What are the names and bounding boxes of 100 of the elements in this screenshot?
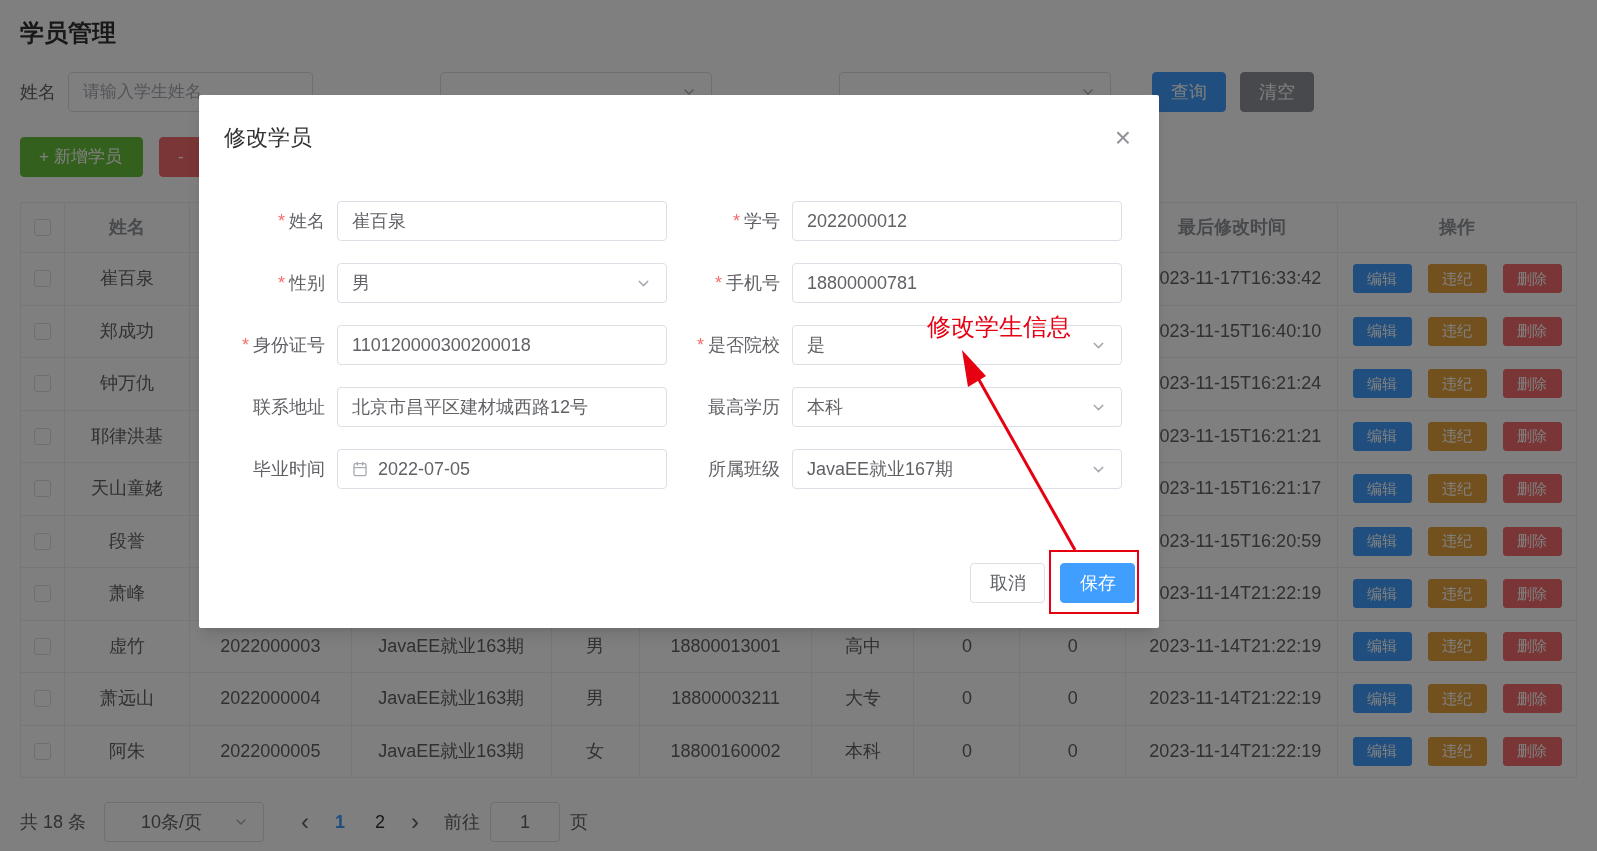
table-cell-text: 天山童姥 (90, 477, 163, 501)
page-number[interactable]: 2 (360, 808, 401, 836)
next-page-button[interactable]: › (400, 810, 431, 834)
table-cell-text: 0 (961, 739, 972, 763)
close-button[interactable]: × (1111, 125, 1135, 150)
required-mark: * (278, 271, 285, 295)
field-label: 最高学历 (708, 395, 780, 419)
page-input[interactable]: 1 (490, 802, 561, 842)
row-action-button[interactable]: 删除 (1502, 369, 1562, 399)
row-action-button[interactable]: 编辑 (1352, 369, 1412, 399)
table-cell-text: 2022000003 (220, 634, 321, 658)
field-label: 学号 (744, 209, 780, 233)
input-field[interactable]: 18800000781 (792, 263, 1122, 303)
row-action-button[interactable]: 违纪 (1427, 631, 1487, 661)
row-action-button[interactable]: 删除 (1502, 579, 1562, 609)
select-field[interactable]: JavaEE就业167期 (792, 449, 1122, 489)
field-label: 毕业时间 (253, 457, 325, 481)
required-mark: * (242, 333, 249, 357)
row-action-button[interactable]: 编辑 (1352, 264, 1412, 294)
input-field[interactable]: 崔百泉 (337, 201, 667, 241)
table-cell-text: 18800013001 (670, 634, 781, 658)
input-field[interactable]: 2022000012 (792, 201, 1122, 241)
date-field[interactable]: 2022-07-05 (337, 449, 667, 489)
table-cell-text: 钟万仇 (99, 372, 154, 396)
row-action-button[interactable]: 删除 (1502, 421, 1562, 451)
table-cell-text: 崔百泉 (99, 267, 154, 291)
row-action-button[interactable]: 编辑 (1352, 736, 1412, 766)
page-size-select[interactable]: 10条/页 (104, 802, 265, 842)
table-cell-text: 023-11-17T16:33:42 (1159, 267, 1322, 291)
row-action-button[interactable]: 删除 (1502, 684, 1562, 714)
table-cell-text: 本科 (844, 739, 881, 763)
row-action-button[interactable]: 编辑 (1352, 684, 1412, 714)
row-action-button[interactable]: 违纪 (1427, 736, 1487, 766)
table-cell-text: 2022000005 (220, 739, 321, 763)
input-field[interactable]: 北京市昌平区建材城西路12号 (337, 387, 667, 427)
row-action-button[interactable]: 编辑 (1352, 316, 1412, 346)
table-cell-text: 阿朱 (108, 739, 145, 763)
row-action-button[interactable]: 编辑 (1352, 579, 1412, 609)
field-label: 姓名 (289, 209, 325, 233)
row-action-button[interactable]: 编辑 (1352, 421, 1412, 451)
field-label: 联系地址 (253, 395, 325, 419)
table-cell-text: JavaEE就业163期 (378, 634, 525, 658)
row-action-button[interactable]: 违纪 (1427, 526, 1487, 556)
select-field[interactable]: 本科 (792, 387, 1122, 427)
required-mark: * (733, 209, 740, 233)
table-cell-text: 023-11-15T16:21:21 (1159, 424, 1322, 448)
row-action-button[interactable]: 违纪 (1427, 474, 1487, 504)
row-action-button[interactable]: 违纪 (1427, 421, 1487, 451)
row-action-button[interactable]: 删除 (1502, 631, 1562, 661)
table-cell-text: 0 (961, 634, 972, 658)
row-action-button[interactable]: 违纪 (1427, 579, 1487, 609)
page-number[interactable]: 1 (320, 808, 361, 836)
table-cell-text: 023-11-14T21:22:19 (1159, 582, 1322, 606)
table-cell-text: JavaEE就业163期 (378, 739, 525, 763)
dialog-button[interactable]: 取消 (970, 563, 1045, 603)
select-field[interactable]: 男 (337, 263, 667, 303)
row-action-button[interactable]: 编辑 (1352, 631, 1412, 661)
row-action-button[interactable]: 删除 (1502, 736, 1562, 766)
dialog-button[interactable]: 保存 (1060, 563, 1135, 603)
row-action-button[interactable]: 删除 (1502, 474, 1562, 504)
filter-label: 姓名 (20, 80, 56, 104)
required-mark: * (715, 271, 722, 295)
dialog-title: 修改学员 (224, 124, 312, 152)
table-cell-text: 大专 (844, 687, 881, 711)
table-cell-text: 023-11-15T16:40:10 (1159, 319, 1322, 343)
table-cell-text: 023-11-15T16:21:24 (1159, 372, 1322, 396)
table-cell-text: 0 (1067, 634, 1078, 658)
row-action-button[interactable]: 编辑 (1352, 474, 1412, 504)
row-action-button[interactable]: 删除 (1502, 526, 1562, 556)
calendar-icon (352, 461, 368, 477)
table-cell-text: 段誉 (108, 529, 145, 553)
row-action-button[interactable]: 删除 (1502, 264, 1562, 294)
filter-button[interactable]: 查询 (1152, 72, 1226, 112)
toolbar-button[interactable]: + 新增学员 (20, 137, 143, 177)
row-action-button[interactable]: 违纪 (1427, 684, 1487, 714)
row-action-button[interactable]: 违纪 (1427, 264, 1487, 294)
required-mark: * (697, 333, 704, 357)
input-field[interactable]: 110120000300200018 (337, 325, 667, 365)
table-cell-text: 男 (586, 687, 605, 711)
table-cell-text: 女 (586, 739, 605, 763)
table-cell-text: 男 (586, 634, 605, 658)
table-cell-text: 023-11-15T16:21:17 (1159, 477, 1322, 501)
row-action-button[interactable]: 违纪 (1427, 369, 1487, 399)
table-cell-text: 2023-11-14T21:22:19 (1149, 687, 1322, 711)
table-cell-text: 高中 (844, 634, 881, 658)
table-cell-text: 18800160002 (670, 739, 781, 763)
total-count: 共 18 条 (20, 810, 87, 834)
table-cell-text: 2022000004 (220, 687, 321, 711)
required-mark: * (278, 209, 285, 233)
table-cell-text: 0 (1067, 687, 1078, 711)
prev-page-button[interactable]: ‹ (290, 810, 321, 834)
row-action-button[interactable]: 删除 (1502, 316, 1562, 346)
field-label: 手机号 (726, 271, 780, 295)
goto-suffix: 页 (570, 810, 589, 834)
row-action-button[interactable]: 违纪 (1427, 316, 1487, 346)
row-action-button[interactable]: 编辑 (1352, 526, 1412, 556)
table-cell-text: 郑成功 (99, 319, 154, 343)
table-cell-text: 耶律洪基 (90, 424, 163, 448)
table-cell-text: 萧峰 (108, 582, 145, 606)
table-cell-text: 0 (1067, 739, 1078, 763)
